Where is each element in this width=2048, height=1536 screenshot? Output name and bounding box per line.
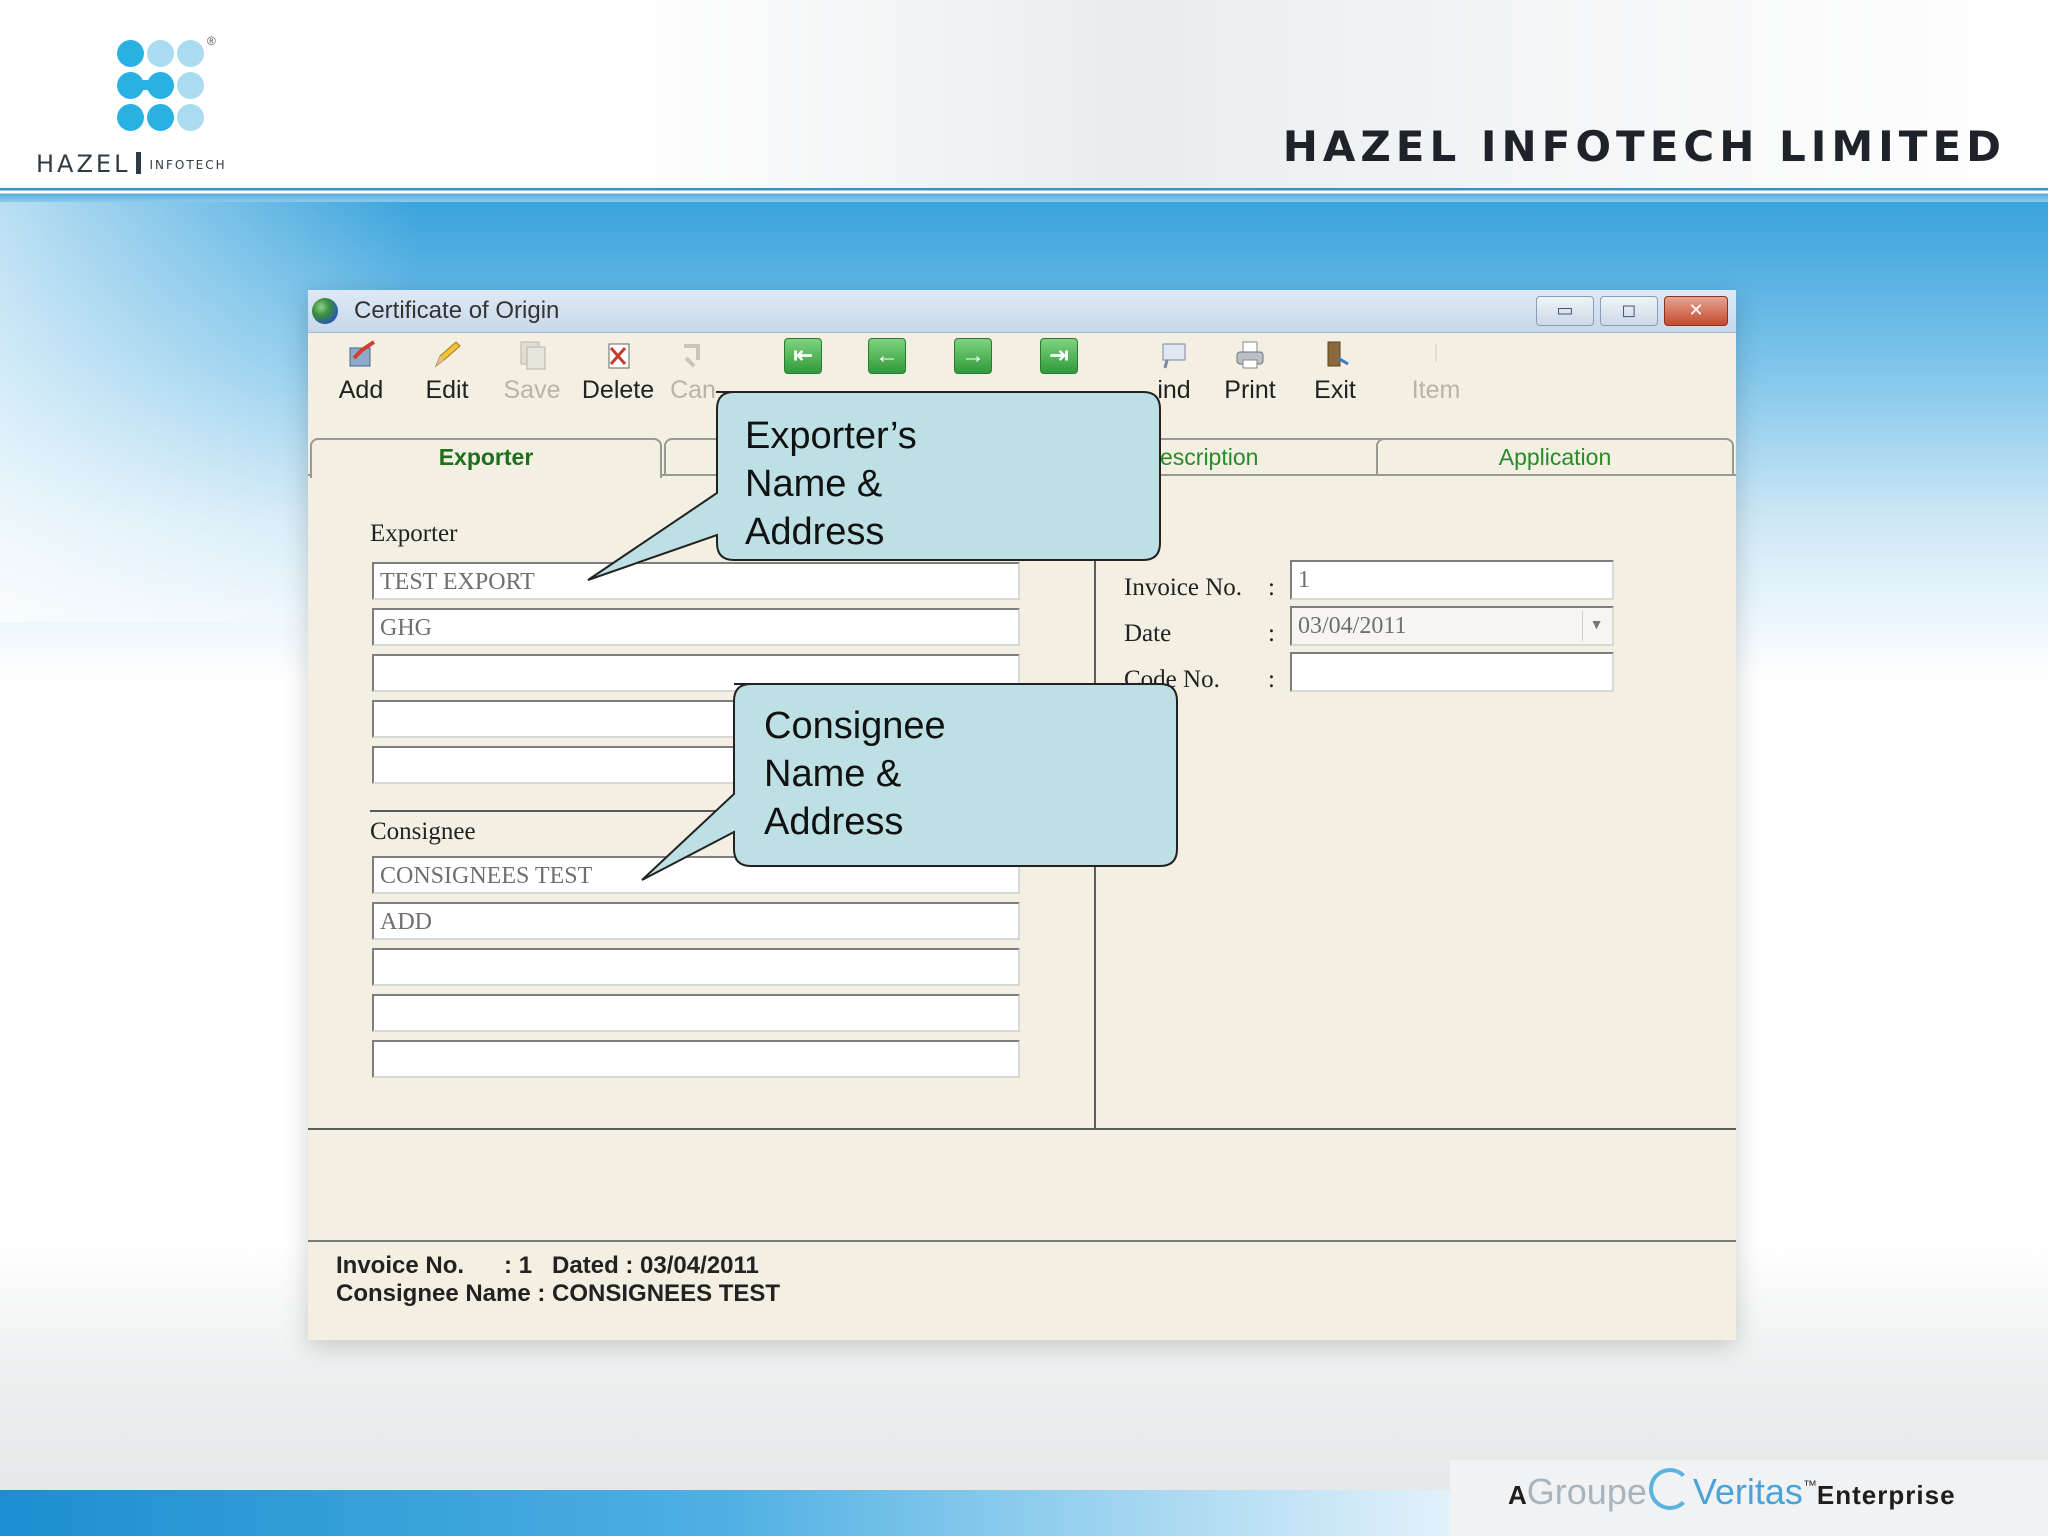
find-icon bbox=[1162, 343, 1186, 369]
consignee-address-line-3[interactable] bbox=[372, 994, 1020, 1032]
status-invoice-line: Invoice No. : 1 Dated : 03/04/2011 bbox=[336, 1252, 759, 1279]
logo-wordmark: HAZEL INFOTECH bbox=[36, 150, 227, 178]
item-button[interactable]: Item bbox=[1406, 338, 1466, 405]
date-select[interactable]: 03/04/2011 ▼ bbox=[1290, 606, 1614, 646]
first-record-button[interactable]: ⇤ bbox=[784, 338, 822, 374]
bottom-panel bbox=[308, 1130, 1736, 1242]
footer-bar bbox=[0, 1490, 1450, 1536]
chevron-down-icon[interactable]: ▼ bbox=[1582, 611, 1610, 641]
first-arrow-icon: ⇤ bbox=[784, 338, 822, 374]
exit-door-icon bbox=[1327, 341, 1349, 367]
item-icon bbox=[1435, 344, 1437, 362]
save-button[interactable]: Save bbox=[500, 338, 564, 405]
pencil-icon bbox=[434, 341, 461, 368]
edit-button[interactable]: Edit bbox=[422, 338, 472, 405]
company-name: HAZEL INFOTECH LIMITED bbox=[1282, 122, 2006, 171]
undo-icon bbox=[684, 344, 700, 368]
invoice-no-label: Invoice No. bbox=[1124, 574, 1243, 601]
next-arrow-icon: → bbox=[954, 338, 992, 374]
window-titlebar[interactable]: Certificate of Origin ▭ ◻ ✕ bbox=[308, 290, 1736, 333]
last-arrow-icon: ⇥ bbox=[1040, 338, 1078, 374]
last-record-button[interactable]: ⇥ bbox=[1040, 338, 1078, 374]
exporter-name-field[interactable]: TEST EXPORT bbox=[372, 562, 1020, 600]
veritas-swirl-icon bbox=[1648, 1468, 1691, 1510]
next-record-button[interactable]: → bbox=[954, 338, 992, 374]
registered-mark: ® bbox=[207, 34, 216, 48]
print-button[interactable]: Print bbox=[1220, 338, 1280, 405]
exporter-address-line-1[interactable]: GHG bbox=[372, 608, 1020, 646]
status-consignee-line: Consignee Name : CONSIGNEES TEST bbox=[336, 1280, 781, 1307]
exporter-label: Exporter bbox=[370, 520, 458, 547]
window-title: Certificate of Origin bbox=[354, 297, 560, 324]
consignee-label: Consignee bbox=[370, 818, 476, 845]
close-button[interactable]: ✕ bbox=[1664, 296, 1728, 326]
header-rule bbox=[0, 188, 2048, 202]
globe-icon bbox=[312, 298, 338, 324]
add-button[interactable]: Add bbox=[336, 338, 386, 405]
save-icon bbox=[520, 341, 546, 370]
add-record-icon bbox=[349, 340, 376, 367]
consignee-address-line-2[interactable] bbox=[372, 948, 1020, 986]
delete-icon bbox=[608, 343, 630, 369]
invoice-no-field[interactable]: 1 bbox=[1290, 560, 1614, 600]
consignee-address-line-1[interactable]: ADD bbox=[372, 902, 1020, 940]
tab-application[interactable]: Application bbox=[1376, 438, 1734, 474]
previous-arrow-icon: ← bbox=[868, 338, 906, 374]
code-no-field[interactable] bbox=[1290, 652, 1614, 692]
hazel-logo-icon bbox=[113, 36, 223, 141]
minimize-button[interactable]: ▭ bbox=[1536, 296, 1594, 326]
maximize-button[interactable]: ◻ bbox=[1600, 296, 1658, 326]
tab-exporter[interactable]: Exporter bbox=[310, 438, 662, 478]
groupe-veritas-logo: AGroupe Veritas™Enterprise bbox=[1508, 1468, 1956, 1513]
printer-icon bbox=[1236, 341, 1264, 369]
previous-record-button[interactable]: ← bbox=[868, 338, 906, 374]
date-label: Date bbox=[1124, 620, 1172, 647]
consignee-address-line-4[interactable] bbox=[372, 1040, 1020, 1078]
exit-button[interactable]: Exit bbox=[1310, 338, 1360, 405]
